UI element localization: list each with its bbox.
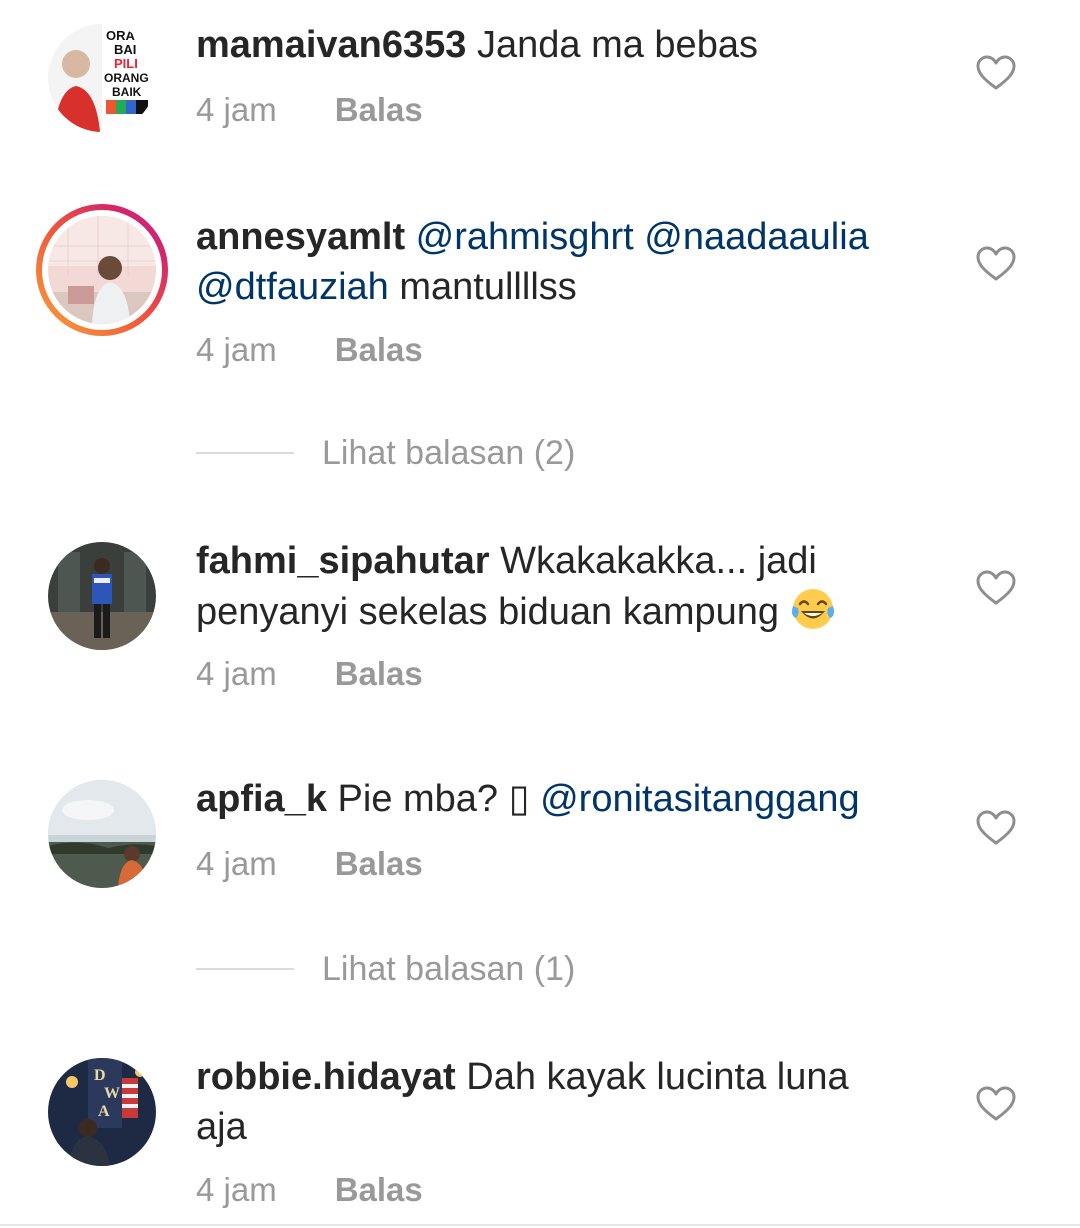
face-with-tears-of-joy-icon bbox=[790, 586, 836, 632]
comment-username[interactable]: robbie.hidayat bbox=[196, 1056, 456, 1098]
comment-time: 4 jam bbox=[196, 655, 277, 692]
comment-text: robbie.hidayat Dah kayak lucinta luna aj… bbox=[196, 1052, 936, 1152]
reply-button[interactable]: Balas bbox=[335, 91, 423, 128]
comment-text: annesyamlt @rahmisghrt @naadaaulia @dtfa… bbox=[196, 212, 936, 312]
comment-body: mantullllss bbox=[399, 266, 577, 308]
comment-username[interactable]: apfia_k bbox=[196, 778, 327, 820]
avatar[interactable] bbox=[48, 542, 156, 650]
comment-text: fahmi_sipahutar Wkakakakka... jadi penya… bbox=[196, 536, 936, 637]
comment-username[interactable]: annesyamlt bbox=[196, 216, 405, 258]
svg-text:ORA: ORA bbox=[106, 28, 136, 43]
view-replies-label[interactable]: Lihat balasan (2) bbox=[322, 434, 575, 472]
svg-text:D: D bbox=[94, 1067, 106, 1084]
svg-text:A: A bbox=[98, 1103, 110, 1120]
story-ring[interactable] bbox=[36, 204, 168, 336]
replies-divider bbox=[196, 968, 294, 971]
view-replies-button[interactable]: Lihat balasan (2) bbox=[196, 433, 575, 473]
comment-username[interactable]: mamaivan6353 bbox=[196, 24, 466, 66]
mention-link[interactable]: @ronitasitanggang bbox=[540, 778, 860, 820]
comment-meta: 4 jam Balas bbox=[196, 844, 423, 884]
reply-button[interactable]: Balas bbox=[335, 655, 423, 692]
comment-meta: 4 jam Balas bbox=[196, 90, 423, 130]
heart-outline-icon[interactable] bbox=[976, 246, 1016, 282]
comment-body: Wkakakakka... jadi bbox=[500, 540, 817, 582]
avatar[interactable] bbox=[48, 216, 156, 324]
mention-link[interactable]: @naadaaulia bbox=[644, 216, 869, 258]
svg-text:PILI: PILI bbox=[114, 56, 138, 71]
comment-time: 4 jam bbox=[196, 331, 277, 368]
heart-outline-icon[interactable] bbox=[976, 1086, 1016, 1122]
reply-button[interactable]: Balas bbox=[335, 331, 423, 368]
bottom-divider bbox=[0, 1224, 1080, 1226]
comment-text: apfia_k Pie mba? ▯ @ronitasitanggang bbox=[196, 774, 936, 824]
view-replies-label[interactable]: Lihat balasan (1) bbox=[322, 950, 575, 988]
comment-text: mamaivan6353 Janda ma bebas bbox=[196, 20, 936, 70]
comment-meta: 4 jam Balas bbox=[196, 330, 423, 370]
view-replies-button[interactable]: Lihat balasan (1) bbox=[196, 949, 575, 989]
heart-outline-icon[interactable] bbox=[976, 55, 1016, 91]
comment-body: penyanyi sekelas biduan kampung bbox=[196, 591, 780, 633]
mention-link[interactable]: @dtfauziah bbox=[196, 266, 389, 308]
mention-link[interactable]: @rahmisghrt bbox=[416, 216, 634, 258]
heart-outline-icon[interactable] bbox=[976, 570, 1016, 606]
svg-text:BAI: BAI bbox=[114, 42, 136, 57]
comment-time: 4 jam bbox=[196, 845, 277, 882]
reply-button[interactable]: Balas bbox=[335, 1171, 423, 1208]
comment-body: Janda ma bebas bbox=[476, 24, 758, 66]
comment-meta: 4 jam Balas bbox=[196, 654, 423, 694]
comment-list: ORA BAI PILI ORANG BAIK mamaivan6353 Jan… bbox=[0, 0, 1080, 1228]
comment-time: 4 jam bbox=[196, 1171, 277, 1208]
comment-body: Dah kayak lucinta luna bbox=[466, 1056, 849, 1098]
comment-body: Pie mba? ▯ bbox=[337, 778, 530, 820]
comment-meta: 4 jam Balas bbox=[196, 1170, 423, 1210]
comment-time: 4 jam bbox=[196, 91, 277, 128]
avatar[interactable]: D W A bbox=[48, 1058, 156, 1166]
svg-text:W: W bbox=[104, 1085, 120, 1102]
avatar[interactable]: ORA BAI PILI ORANG BAIK bbox=[48, 24, 156, 132]
svg-text:BAIK: BAIK bbox=[112, 85, 142, 99]
replies-divider bbox=[196, 452, 294, 455]
heart-outline-icon[interactable] bbox=[976, 810, 1016, 846]
svg-text:ORANG: ORANG bbox=[104, 71, 149, 85]
comment-username[interactable]: fahmi_sipahutar bbox=[196, 540, 490, 582]
avatar[interactable] bbox=[48, 780, 156, 888]
comment-body: aja bbox=[196, 1106, 247, 1148]
reply-button[interactable]: Balas bbox=[335, 845, 423, 882]
